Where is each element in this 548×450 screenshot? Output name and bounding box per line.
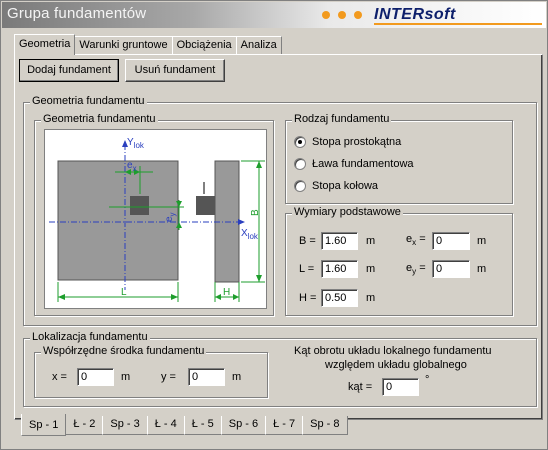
b-field-label: B = [299,235,316,247]
h-arrow-left [215,294,221,300]
ey-field-label: ey = [406,262,426,277]
x-unit: m [121,371,131,383]
geometry-group-title: Geometria fundamentu [30,95,147,107]
l-input[interactable]: 1.60 [321,260,358,278]
location-group-title: Lokalizacja fundamentu [30,331,150,343]
tab-l-2[interactable]: Ł - 2 [65,416,104,435]
radio-lawa-fundamentowa[interactable]: Ława fundamentowa [294,158,414,170]
angle-input[interactable]: 0 [382,378,419,396]
diagram-group-title: Geometria fundamentu [41,113,158,125]
angle-unit: ° [425,374,430,386]
add-foundation-button[interactable]: Dodaj fundament [19,59,119,82]
radio-label: Stopa kołowa [312,180,379,192]
radio-button[interactable] [294,136,306,148]
tab-sp-8[interactable]: Sp - 8 [302,416,348,435]
tab-sp-1[interactable]: Sp - 1 [21,414,67,436]
x-axis-arrow [238,219,245,225]
tab-geometria[interactable]: Geometria [14,34,76,55]
x-field-label: x = [52,371,67,383]
y-field-label: y = [161,371,176,383]
h-unit: m [366,292,376,304]
center-coordinates-title: Współrzędne środka fundamentu [41,345,207,357]
b-arrow-top [256,161,262,168]
main-tabs: Geometria Warunki gruntowe Obciążenia An… [14,34,282,55]
y-input[interactable]: 0 [188,368,225,386]
h-label: H [223,287,230,298]
x-input[interactable]: 0 [77,368,114,386]
foundation-diagram-svg: Ylok Xlok ex ey B L H [49,137,265,302]
h-input[interactable]: 0.50 [321,289,358,307]
ex-field-label: ex = [406,233,426,248]
tab-l-5[interactable]: Ł - 5 [183,416,222,435]
radio-label: Ława fundamentowa [312,158,414,170]
y-axis-label: Ylok [127,137,145,150]
brand-logo: INTERsoft [374,6,456,23]
brand-dot [354,11,362,19]
b-label: B [250,209,261,216]
brand-dot [322,11,330,19]
x-axis-label: Xlok [241,228,259,241]
foundation-diagram: Ylok Xlok ex ey B L H [44,129,267,309]
h-arrow-right [233,294,239,300]
plan-view-column [130,196,149,215]
tab-l-4[interactable]: Ł - 4 [146,416,185,435]
l-field-label: L = [299,263,315,275]
b-unit: m [366,235,376,247]
y-unit: m [232,371,242,383]
angle-field-label: kąt = [348,381,373,393]
radio-stopa-prostokatna[interactable]: Stopa prostokątna [294,136,401,148]
ex-input[interactable]: 0 [432,232,470,250]
ey-unit: m [477,263,487,275]
l-unit: m [366,263,376,275]
ey-input[interactable]: 0 [432,260,470,278]
tab-analiza[interactable]: Analiza [235,36,282,55]
foundation-tabs: Sp - 1 Ł - 2 Sp - 3 Ł - 4 Ł - 5 Sp - 6 Ł… [21,414,348,438]
rotation-description-line1: Kąt obrotu układu lokalnego fundamentu [294,345,492,357]
brand-underline [374,23,542,25]
brand-dots [322,11,362,19]
rotation-description-line2: względem układu globalnego [325,359,467,371]
b-input[interactable]: 1.60 [321,232,358,250]
remove-foundation-button[interactable]: Usuń fundament [125,59,225,82]
title-bar: Grupa fundamentów INTERsoft [2,2,546,28]
tab-obciazenia[interactable]: Obciążenia [171,36,237,55]
tab-sp-3[interactable]: Sp - 3 [102,416,148,435]
type-group-title: Rodzaj fundamentu [292,113,392,125]
radio-label: Stopa prostokątna [312,136,402,148]
radio-button[interactable] [294,180,306,192]
b-arrow-bottom [256,275,262,282]
window-title: Grupa fundamentów [7,5,147,22]
radio-stopa-kolowa[interactable]: Stopa kołowa [294,180,378,192]
l-arrow-right [171,294,178,300]
tab-l-7[interactable]: Ł - 7 [265,416,304,435]
l-arrow-left [58,294,65,300]
tab-sp-6[interactable]: Sp - 6 [220,416,267,435]
plan-view-foundation [57,160,179,281]
radio-button[interactable] [294,158,306,170]
ex-unit: m [477,235,487,247]
l-label: L [121,287,127,298]
brand-dot [338,11,346,19]
h-field-label: H = [299,292,317,304]
window: Grupa fundamentów INTERsoft Geometria Wa… [0,0,548,450]
tab-warunki-gruntowe[interactable]: Warunki gruntowe [74,36,173,55]
side-view-column [196,196,215,215]
dims-group-title: Wymiary podstawowe [292,206,403,218]
